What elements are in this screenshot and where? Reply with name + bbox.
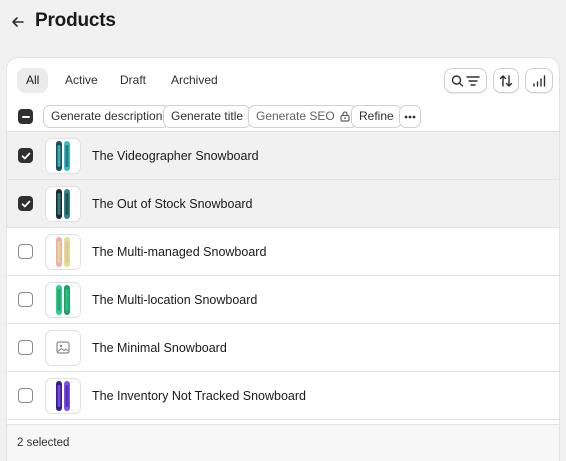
back-button[interactable] xyxy=(8,12,28,32)
checkmark-icon xyxy=(21,152,30,159)
row-checkbox[interactable] xyxy=(18,340,33,355)
product-thumbnail xyxy=(45,138,81,174)
table-row[interactable]: The Videographer Snowboard xyxy=(7,132,559,180)
refine-button[interactable]: Refine xyxy=(351,105,402,128)
lock-icon xyxy=(340,111,350,122)
select-all-checkbox[interactable] xyxy=(18,109,33,124)
products-card: All Active Draft Archived Generate descr… xyxy=(6,57,560,461)
tab-draft[interactable]: Draft xyxy=(111,68,155,93)
generate-seo-label: Generate SEO xyxy=(256,109,335,123)
row-checkbox[interactable] xyxy=(18,196,33,211)
refine-label: Refine xyxy=(359,109,394,123)
sort-icon xyxy=(499,74,513,87)
product-title[interactable]: The Out of Stock Snowboard xyxy=(92,197,253,211)
bar-chart-icon xyxy=(533,74,546,87)
product-title[interactable]: The Multi-managed Snowboard xyxy=(92,245,266,259)
generate-description-label: Generate description xyxy=(51,109,163,123)
product-title[interactable]: The Inventory Not Tracked Snowboard xyxy=(92,389,306,403)
row-checkbox[interactable] xyxy=(18,244,33,259)
product-thumbnail xyxy=(45,234,81,270)
generate-seo-button[interactable]: Generate SEO xyxy=(248,105,358,128)
snowboard-image-icon xyxy=(56,285,70,315)
generate-title-label: Generate title xyxy=(171,109,244,123)
tab-active[interactable]: Active xyxy=(56,68,107,93)
row-checkbox[interactable] xyxy=(18,292,33,307)
tab-all[interactable]: All xyxy=(17,68,49,93)
snowboard-image-icon xyxy=(56,141,70,171)
snowboard-image-icon xyxy=(56,189,70,219)
selection-footer: 2 selected xyxy=(7,424,559,461)
selected-count: 2 selected xyxy=(17,437,70,449)
product-thumbnail xyxy=(45,282,81,318)
image-placeholder-icon xyxy=(56,341,70,354)
checkmark-icon xyxy=(21,200,30,207)
table-row[interactable]: The Inventory Not Tracked Snowboard xyxy=(7,372,559,420)
product-title[interactable]: The Videographer Snowboard xyxy=(92,149,259,163)
sort-button[interactable] xyxy=(493,68,519,93)
products-list: The Videographer Snowboard The Out of Sto… xyxy=(7,132,559,428)
snowboard-image-icon xyxy=(56,237,70,267)
bulk-actions-bar: Generate description Generate title Gene… xyxy=(7,102,559,132)
product-title[interactable]: The Multi-location Snowboard xyxy=(92,293,257,307)
page-header: Products xyxy=(0,0,566,44)
table-row[interactable]: The Out of Stock Snowboard xyxy=(7,180,559,228)
table-row[interactable]: The Multi-managed Snowboard xyxy=(7,228,559,276)
table-row[interactable]: The Minimal Snowboard xyxy=(7,324,559,372)
snowboard-image-icon xyxy=(56,381,70,411)
row-checkbox[interactable] xyxy=(18,388,33,403)
generate-title-button[interactable]: Generate title xyxy=(163,105,252,128)
columns-button[interactable] xyxy=(525,68,553,93)
page-title: Products xyxy=(35,10,116,31)
more-actions-button[interactable] xyxy=(399,105,421,128)
more-horizontal-icon xyxy=(404,115,416,118)
arrow-left-icon xyxy=(12,17,24,27)
generate-description-button[interactable]: Generate description xyxy=(43,105,171,128)
product-thumbnail xyxy=(45,186,81,222)
filter-tabs: All Active Draft Archived xyxy=(7,58,559,102)
product-title[interactable]: The Minimal Snowboard xyxy=(92,341,227,355)
search-filter-icon xyxy=(451,74,480,87)
row-checkbox[interactable] xyxy=(18,148,33,163)
product-thumbnail xyxy=(45,378,81,414)
search-filter-button[interactable] xyxy=(444,68,487,93)
table-row[interactable]: The Multi-location Snowboard xyxy=(7,276,559,324)
product-thumbnail xyxy=(45,330,81,366)
tab-archived[interactable]: Archived xyxy=(162,68,227,93)
